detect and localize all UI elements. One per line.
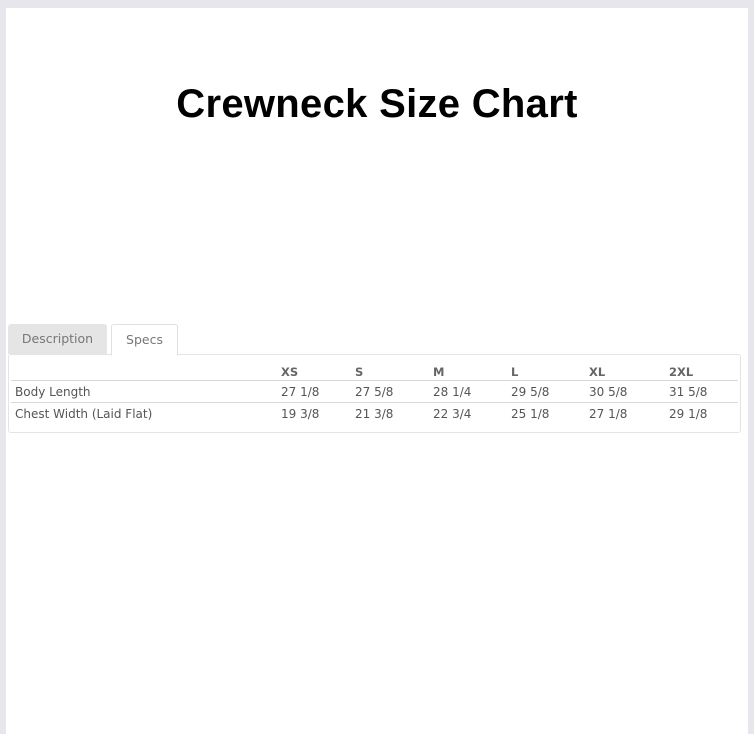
row-label: Body Length bbox=[15, 385, 91, 399]
column-header: XS bbox=[281, 365, 299, 379]
column-header: L bbox=[511, 365, 519, 379]
table-cell: 19 3/8 bbox=[281, 407, 320, 421]
column-header: 2XL bbox=[669, 365, 694, 379]
table-cell: 27 1/8 bbox=[589, 407, 628, 421]
column-header: S bbox=[355, 365, 364, 379]
specs-table: XS S M L XL 2XL Body Length 27 1/8 27 5/… bbox=[8, 354, 741, 433]
table-row: Chest Width (Laid Flat) 19 3/8 21 3/8 22… bbox=[11, 402, 738, 425]
table-cell: 22 3/4 bbox=[433, 407, 472, 421]
table-row: Body Length 27 1/8 27 5/8 28 1/4 29 5/8 … bbox=[11, 380, 738, 403]
table-cell: 28 1/4 bbox=[433, 385, 472, 399]
table-cell: 27 1/8 bbox=[281, 385, 320, 399]
tab-description[interactable]: Description bbox=[8, 324, 107, 354]
table-cell: 30 5/8 bbox=[589, 385, 628, 399]
row-label: Chest Width (Laid Flat) bbox=[15, 407, 153, 421]
table-cell: 27 5/8 bbox=[355, 385, 394, 399]
column-header: M bbox=[433, 365, 445, 379]
table-cell: 25 1/8 bbox=[511, 407, 550, 421]
table-cell: 31 5/8 bbox=[669, 385, 708, 399]
page-title: Crewneck Size Chart bbox=[176, 82, 578, 126]
table-cell: 21 3/8 bbox=[355, 407, 394, 421]
table-cell: 29 5/8 bbox=[511, 385, 550, 399]
tab-specs[interactable]: Specs bbox=[111, 324, 178, 356]
column-header: XL bbox=[589, 365, 606, 379]
table-cell: 29 1/8 bbox=[669, 407, 708, 421]
